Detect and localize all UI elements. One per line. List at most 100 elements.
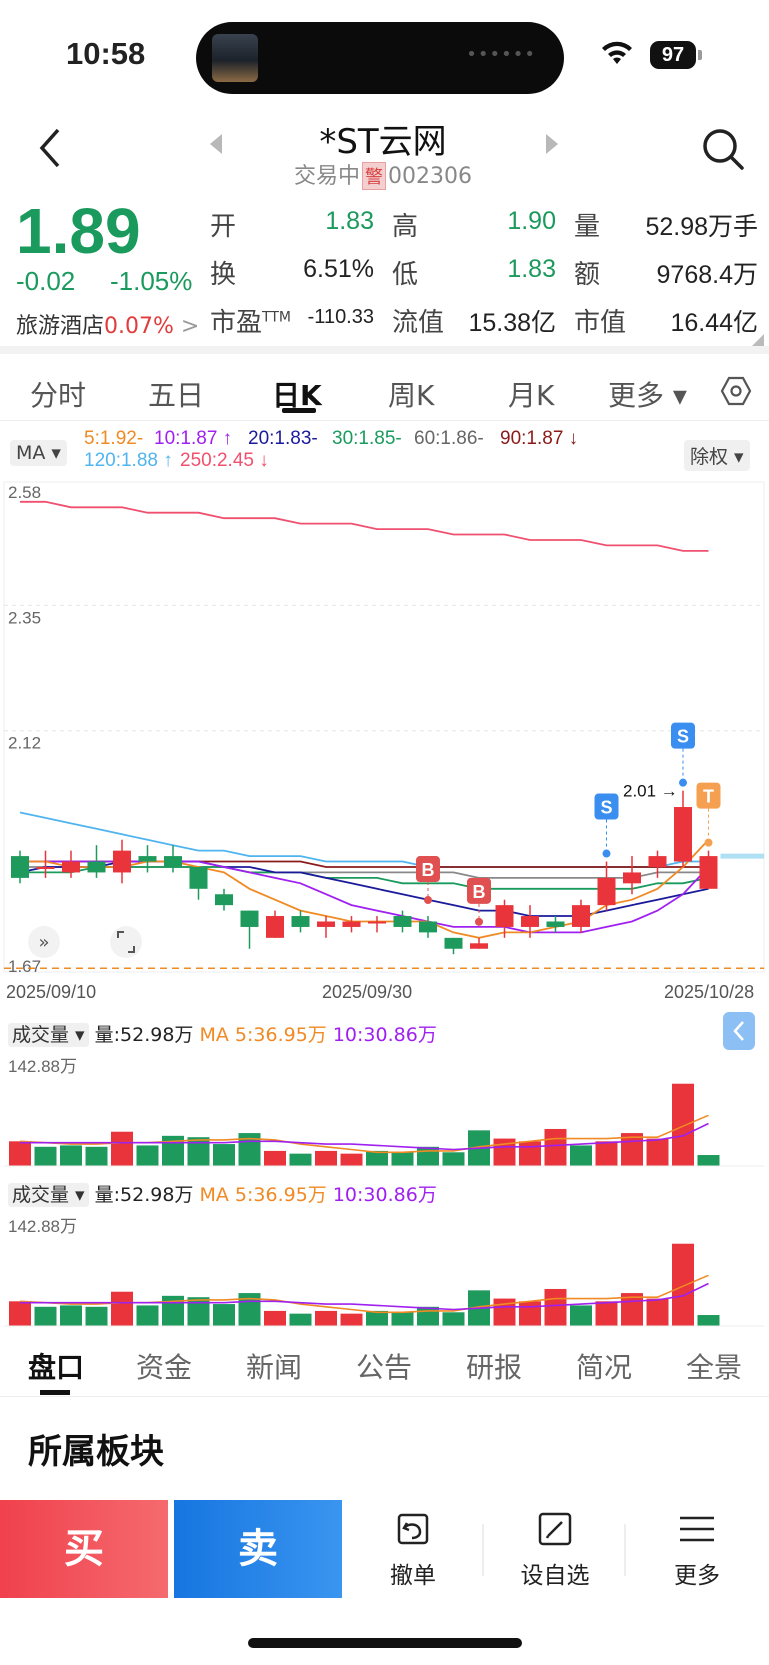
ma-legend-item: 250:2.45 ↓ xyxy=(180,450,269,471)
volume-value-label: 量:52.98万 xyxy=(94,1184,194,1206)
tab-more[interactable]: 更多 ▾ xyxy=(608,374,687,414)
search-icon[interactable] xyxy=(700,126,746,172)
stock-subtitle: 交易中警 002306 xyxy=(250,158,516,190)
candle-body xyxy=(444,937,463,949)
volume-chart-1[interactable] xyxy=(0,1060,769,1170)
buy-button[interactable]: 买 xyxy=(0,1500,168,1598)
cancel-order-button[interactable]: 撤单 xyxy=(358,1510,468,1590)
collapse-panel-button[interactable] xyxy=(723,1012,755,1050)
volume-panel-2-header: 成交量 ▾ 量:52.98万 MA 5:36.95万 10:30.86万 xyxy=(8,1180,437,1207)
warning-badge: 警 xyxy=(362,162,387,190)
pe-label: 市盈TTM xyxy=(210,308,291,338)
tab-weekly-k[interactable]: 周K xyxy=(388,374,434,414)
tab-monthly-k[interactable]: 月K xyxy=(508,374,554,414)
fullscreen-button xyxy=(110,926,142,958)
battery-cap xyxy=(698,50,702,60)
volume-bar xyxy=(697,1155,720,1166)
candle-body xyxy=(699,856,718,889)
tab-intraday[interactable]: 分时 xyxy=(30,374,86,414)
double-chevron-icon: » xyxy=(38,932,49,953)
wifi-icon xyxy=(602,41,632,64)
volume-bar xyxy=(697,1315,720,1326)
volume-bar xyxy=(187,1297,210,1326)
ma-selector[interactable]: MA ▾ xyxy=(10,440,67,466)
signal-label: T xyxy=(703,787,714,807)
y-axis-tick-label: 2.35 xyxy=(8,608,41,627)
candle-body xyxy=(674,807,692,862)
sell-button[interactable]: 卖 xyxy=(174,1500,342,1598)
volume-bar xyxy=(391,1152,414,1166)
candle-body xyxy=(648,856,667,867)
volume-bar xyxy=(366,1310,388,1326)
undo-icon xyxy=(397,1513,429,1545)
fuquan-selector[interactable]: 除权 ▾ xyxy=(684,440,750,471)
volume-ma10-label: 10:30.86万 xyxy=(332,1024,437,1046)
low-value: 1.83 xyxy=(507,255,556,283)
battery-icon: 97 xyxy=(650,41,696,69)
volume-bar xyxy=(111,1131,133,1166)
sector-link[interactable]: 旅游酒店0.07% > xyxy=(16,308,199,340)
date-label-start: 2025/09/10 xyxy=(6,982,97,1002)
volume-bar xyxy=(519,1301,541,1326)
tab-capital[interactable]: 资金 xyxy=(136,1346,192,1386)
next-stock-icon[interactable] xyxy=(542,132,562,156)
volume-bar xyxy=(315,1310,337,1326)
price-change: -0.02 xyxy=(16,266,76,296)
candle-body xyxy=(36,866,55,869)
tab-overview[interactable]: 全景 xyxy=(686,1346,742,1386)
volume-value: 52.98万手 xyxy=(645,213,758,241)
volume-bar xyxy=(442,1152,465,1166)
previous-stock-icon[interactable] xyxy=(206,132,226,156)
tab-research[interactable]: 研报 xyxy=(466,1346,522,1386)
signal-dot xyxy=(679,778,687,787)
candle-body xyxy=(113,850,131,873)
tab-order-book[interactable]: 盘口 xyxy=(28,1346,84,1386)
volume-indicator-selector[interactable]: 成交量 ▾ xyxy=(8,1183,89,1207)
expand-corner-icon[interactable] xyxy=(752,334,764,346)
add-watchlist-button[interactable]: 设自选 xyxy=(500,1510,610,1590)
volume-bar xyxy=(672,1083,694,1166)
volume-bar xyxy=(391,1312,414,1326)
section-title-sector: 所属板块 xyxy=(28,1432,164,1472)
volume-bar xyxy=(366,1150,388,1166)
volume-bar xyxy=(136,1145,159,1166)
y-axis-tick-label: 2.12 xyxy=(8,734,41,753)
tab-profile[interactable]: 简况 xyxy=(576,1346,632,1386)
date-label-end: 2025/10/28 xyxy=(664,982,755,1002)
volume-bar xyxy=(213,1144,235,1166)
chart-frame xyxy=(3,481,765,973)
ma-legend-item: 30:1.85- xyxy=(332,428,402,449)
volume-bar xyxy=(672,1243,694,1326)
stock-code: 002306 xyxy=(388,164,472,189)
tab-news[interactable]: 新闻 xyxy=(246,1346,302,1386)
ma-legend-item: 20:1.83- xyxy=(248,428,318,449)
candle-body xyxy=(393,916,412,927)
sector-pct: 0.07% xyxy=(104,314,174,339)
tab-divider xyxy=(0,420,769,421)
home-indicator xyxy=(248,1638,522,1648)
volume-bar xyxy=(264,1310,286,1326)
high-value: 1.90 xyxy=(507,207,556,235)
back-arrow-icon[interactable] xyxy=(32,126,72,170)
turnover-label: 换 xyxy=(210,260,237,290)
volume-bar xyxy=(315,1150,337,1166)
tab-announcements[interactable]: 公告 xyxy=(356,1346,412,1386)
candle-body xyxy=(495,905,514,927)
volume-bar xyxy=(595,1141,618,1166)
stock-name: *ST云网 xyxy=(319,122,447,162)
candle-body xyxy=(342,921,361,927)
candle-body xyxy=(546,921,565,927)
tab-five-day[interactable]: 五日 xyxy=(148,374,204,414)
volume-chart-2[interactable] xyxy=(0,1220,769,1330)
volume-bar xyxy=(9,1141,31,1166)
more-button[interactable]: 更多 xyxy=(642,1510,752,1590)
volume-indicator-selector[interactable]: 成交量 ▾ xyxy=(8,1023,89,1047)
ma250-line xyxy=(20,500,709,552)
candlestick-chart[interactable]: 2.582.352.121.67BBSST2.01 →1.71 →» xyxy=(0,480,769,980)
candle-body xyxy=(138,856,157,862)
sector-name: 旅游酒店 xyxy=(16,314,105,339)
chart-settings-icon[interactable] xyxy=(720,376,752,406)
volume-bar xyxy=(289,1313,312,1326)
volume-label: 量 xyxy=(574,212,601,242)
float-cap-label: 流值 xyxy=(392,308,445,338)
